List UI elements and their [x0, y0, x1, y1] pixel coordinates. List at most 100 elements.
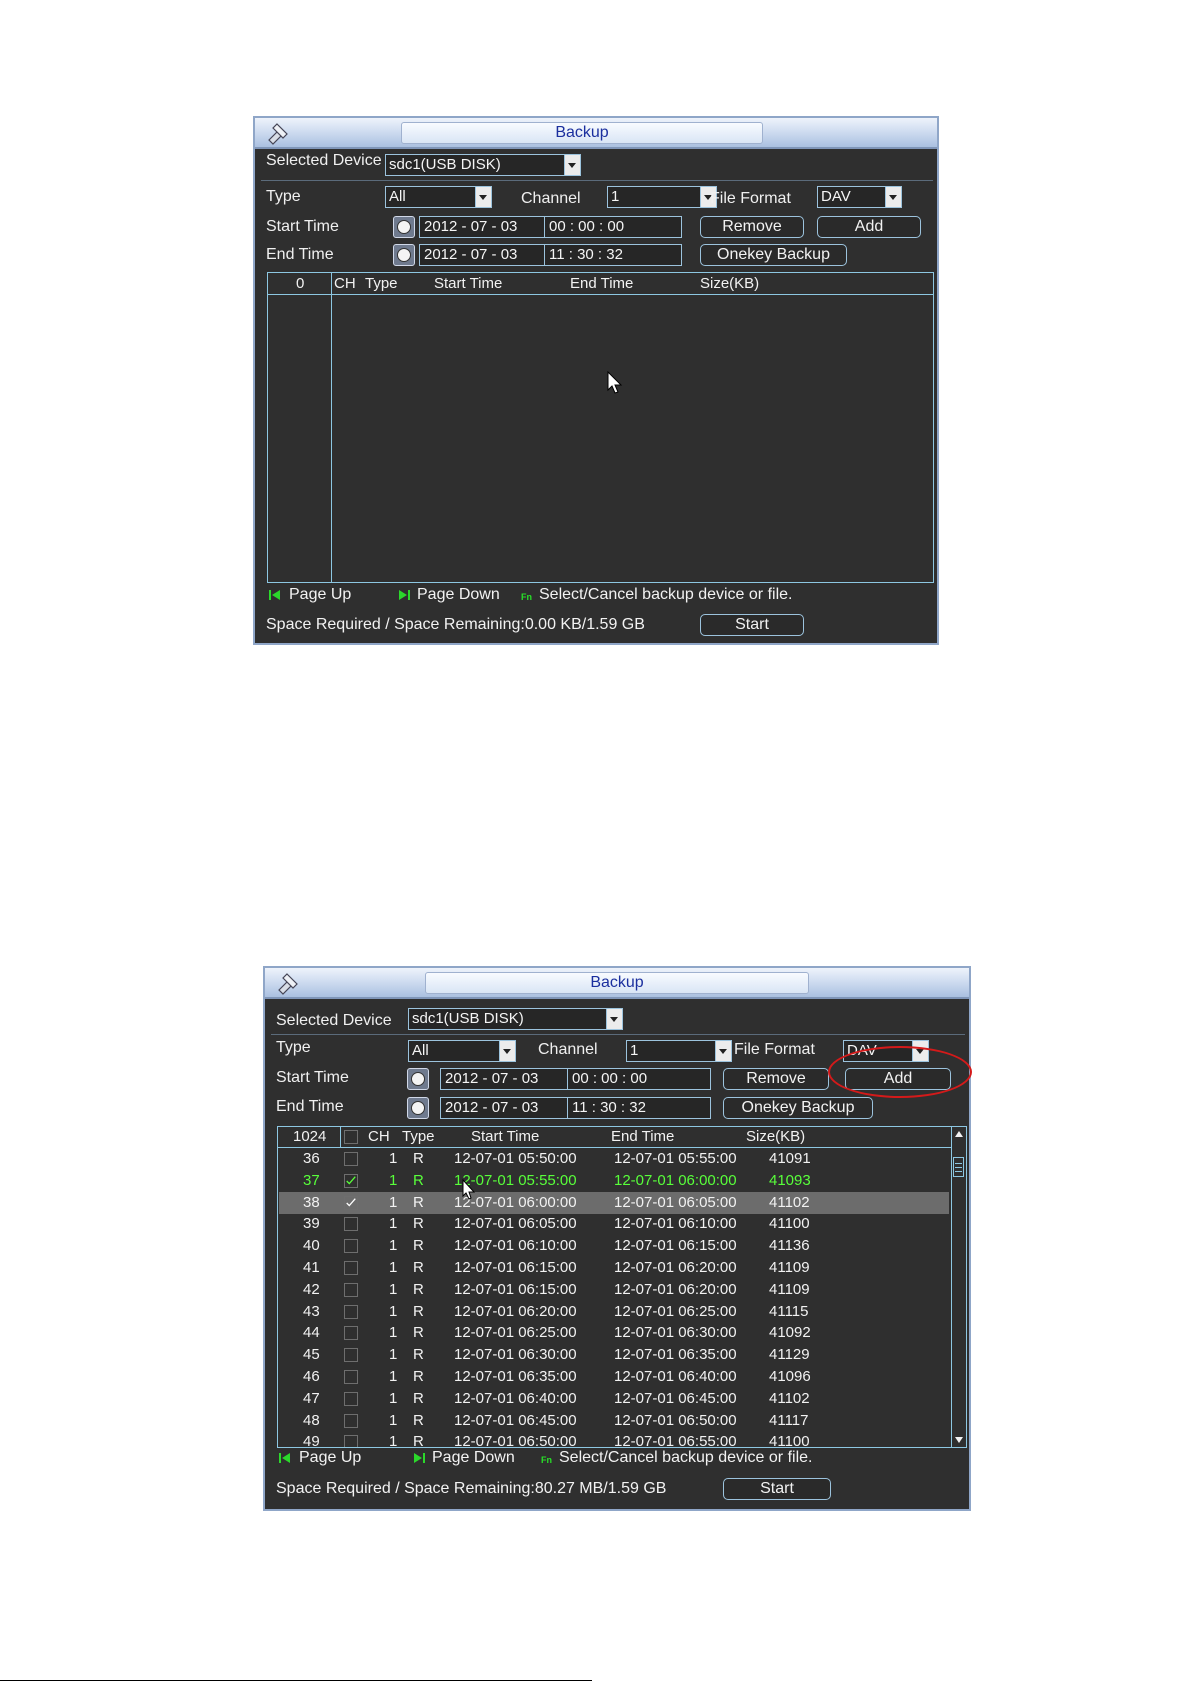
row-start-time: 12-07-01 06:10:00	[454, 1237, 577, 1255]
remove-button[interactable]: Remove	[723, 1068, 829, 1090]
start-time-input[interactable]: 2012 - 07 - 03 00 : 00 : 00	[419, 216, 682, 238]
page-down-label[interactable]: Page Down	[432, 1449, 515, 1467]
divider	[271, 1034, 965, 1035]
table-row[interactable]: 42 1 R 12-07-01 06:15:00 12-07-01 06:20:00 41…	[279, 1279, 949, 1301]
row-checkbox[interactable]	[344, 1348, 358, 1363]
end-time-label: End Time	[266, 246, 334, 263]
row-checkbox[interactable]	[344, 1370, 358, 1384]
row-channel: 1	[389, 1280, 398, 1298]
row-channel: 1	[389, 1368, 398, 1385]
page-down-icon[interactable]	[413, 1452, 425, 1464]
remove-button[interactable]: Remove	[700, 216, 804, 238]
type-select[interactable]: All	[408, 1040, 516, 1062]
row-start-time: 12-07-01 05:50:00	[454, 1150, 577, 1167]
clock-icon[interactable]	[393, 216, 415, 238]
table-row[interactable]: 39 1 R 12-07-01 06:05:00 12-07-01 06:10:00 41…	[279, 1213, 949, 1235]
table-row[interactable]: 41 1 R 12-07-01 06:15:00 12-07-01 06:20:00 41…	[279, 1257, 949, 1279]
channel-select[interactable]: 1	[607, 186, 717, 208]
table-row[interactable]: 38 1 R 12-07-01 06:00:00 12-07-01 06:05:00 41…	[279, 1191, 949, 1214]
clock-icon[interactable]	[407, 1068, 429, 1090]
page-up-label[interactable]: Page Up	[299, 1449, 361, 1467]
chevron-down-icon[interactable]	[606, 1009, 622, 1029]
row-type: R	[413, 1259, 424, 1276]
chevron-down-icon[interactable]	[564, 155, 580, 175]
type-select[interactable]: All	[385, 186, 492, 208]
row-number: 42	[303, 1280, 320, 1298]
row-size: 41109	[769, 1280, 810, 1298]
page-down-icon[interactable]	[398, 589, 410, 601]
row-checkbox[interactable]	[344, 1304, 358, 1319]
device-select[interactable]: sdc1(USB DISK)	[385, 154, 581, 176]
file-format-select[interactable]: DAV	[817, 186, 902, 208]
hint-text: Select/Cancel backup device or file.	[539, 586, 793, 603]
row-checkbox[interactable]	[344, 1239, 358, 1254]
scroll-down-icon[interactable]	[954, 1436, 964, 1444]
start-date: 2012 - 07 - 03	[445, 1070, 539, 1087]
table-row[interactable]: 49 1 R 12-07-01 06:50:00 12-07-01 06:55:00 41…	[279, 1431, 949, 1447]
clock-icon[interactable]	[393, 244, 415, 266]
page-down-label[interactable]: Page Down	[417, 586, 500, 604]
file-format-value: DAV	[821, 188, 851, 205]
row-checkbox[interactable]	[344, 1435, 358, 1447]
table-row[interactable]: 36 1 R 12-07-01 05:50:00 12-07-01 05:55:00 41…	[279, 1148, 949, 1170]
onekey-backup-button[interactable]: Onekey Backup	[700, 244, 847, 266]
file-list[interactable]: 0 CH Type Start Time End Time Size(KB)	[267, 272, 934, 583]
row-start-time: 12-07-01 06:05:00	[454, 1215, 577, 1233]
table-row[interactable]: 45 1 R 12-07-01 06:30:00 12-07-01 06:35:00 41…	[279, 1344, 949, 1366]
row-checkbox[interactable]	[344, 1413, 358, 1428]
chevron-down-icon[interactable]	[499, 1041, 515, 1061]
table-row[interactable]: 37 1 R 12-07-01 05:55:00 12-07-01 06:00:00 41…	[279, 1170, 949, 1192]
table-row[interactable]: 46 1 R 12-07-01 06:35:00 12-07-01 06:40:00 41…	[279, 1366, 949, 1388]
row-end-time: 12-07-01 06:50:00	[614, 1411, 737, 1429]
row-checkbox[interactable]	[344, 1152, 358, 1166]
start-time-label: Start Time	[276, 1069, 349, 1086]
tools-logo-icon	[278, 973, 298, 995]
end-clock: 11 : 30 : 32	[572, 1099, 646, 1116]
file-list[interactable]: 1024 CH Type Start Time End Time Size(KB…	[277, 1126, 967, 1448]
chevron-down-icon[interactable]	[715, 1041, 731, 1061]
type-label: Type	[266, 188, 301, 205]
chevron-down-icon[interactable]	[475, 187, 491, 207]
row-checkbox[interactable]	[344, 1326, 358, 1341]
row-number: 37	[303, 1171, 320, 1189]
row-checkbox[interactable]	[344, 1282, 358, 1297]
row-checkbox[interactable]	[344, 1261, 358, 1275]
table-row[interactable]: 47 1 R 12-07-01 06:40:00 12-07-01 06:45:00 41…	[279, 1388, 949, 1410]
file-format-label: File Format	[710, 190, 791, 207]
row-checkbox[interactable]	[344, 1217, 358, 1232]
row-checkbox[interactable]	[344, 1173, 358, 1188]
start-button[interactable]: Start	[723, 1478, 831, 1500]
start-button[interactable]: Start	[700, 614, 804, 636]
device-select[interactable]: sdc1(USB DISK)	[408, 1008, 623, 1030]
row-checkbox[interactable]	[344, 1195, 358, 1210]
start-time-input[interactable]: 2012 - 07 - 03 00 : 00 : 00	[440, 1068, 711, 1090]
onekey-backup-button[interactable]: Onekey Backup	[723, 1097, 873, 1119]
page-up-label[interactable]: Page Up	[289, 586, 351, 604]
col-type: Type	[365, 275, 398, 292]
row-checkbox[interactable]	[344, 1391, 358, 1406]
divider	[261, 180, 933, 181]
row-end-time: 12-07-01 06:30:00	[614, 1324, 737, 1342]
add-button[interactable]: Add	[817, 216, 921, 238]
clock-icon[interactable]	[407, 1097, 429, 1119]
file-count: 0	[296, 275, 305, 292]
row-size: 41129	[769, 1346, 810, 1364]
scrollbar[interactable]	[951, 1127, 966, 1447]
channel-select[interactable]: 1	[626, 1040, 732, 1062]
scroll-up-icon[interactable]	[954, 1130, 964, 1138]
end-time-input[interactable]: 2012 - 07 - 03 11 : 30 : 32	[440, 1097, 711, 1119]
chevron-down-icon[interactable]	[885, 187, 901, 207]
row-end-time: 12-07-01 06:00:00	[614, 1171, 737, 1189]
scroll-thumb[interactable]	[953, 1157, 964, 1177]
page-up-icon[interactable]	[279, 1452, 291, 1464]
row-number: 40	[303, 1237, 320, 1255]
table-row[interactable]: 44 1 R 12-07-01 06:25:00 12-07-01 06:30:00 41…	[279, 1322, 949, 1344]
table-row[interactable]: 40 1 R 12-07-01 06:10:00 12-07-01 06:15:00 41…	[279, 1235, 949, 1257]
end-time-input[interactable]: 2012 - 07 - 03 11 : 30 : 32	[419, 244, 682, 266]
table-row[interactable]: 43 1 R 12-07-01 06:20:00 12-07-01 06:25:00 41…	[279, 1301, 949, 1323]
row-start-time: 12-07-01 06:25:00	[454, 1324, 577, 1342]
table-row[interactable]: 48 1 R 12-07-01 06:45:00 12-07-01 06:50:00 41…	[279, 1410, 949, 1432]
page-up-icon[interactable]	[269, 589, 281, 601]
row-channel: 1	[389, 1150, 398, 1167]
checkmark-icon	[346, 1176, 356, 1185]
